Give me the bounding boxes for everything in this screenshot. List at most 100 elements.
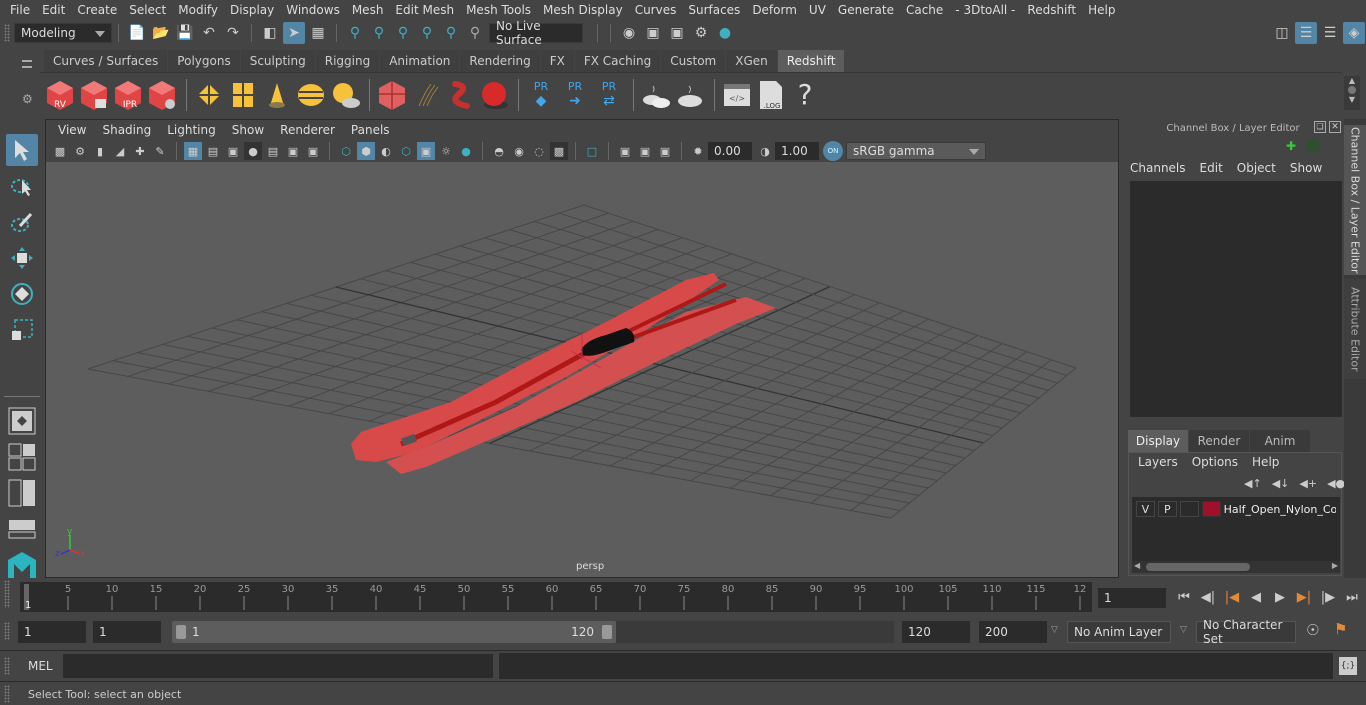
ambient-occlusion-icon[interactable]: ◓ (490, 142, 508, 160)
menu-file[interactable]: File (4, 3, 36, 17)
xray-active-icon[interactable]: ▣ (636, 142, 654, 160)
ipr-render-icon[interactable]: ▣ (666, 22, 688, 44)
grease-pencil-icon[interactable]: ✎ (151, 142, 169, 160)
channel-menu-edit[interactable]: Edit (1200, 161, 1223, 175)
channel-menu-object[interactable]: Object (1237, 161, 1276, 175)
character-set-field[interactable]: No Character Set (1196, 618, 1296, 646)
tool-settings-icon[interactable]: ☰ (1319, 22, 1341, 44)
redshift-curve-icon[interactable] (444, 77, 476, 113)
animation-preferences-icon[interactable]: ⚑ (1334, 620, 1347, 638)
bake-icon[interactable] (674, 77, 706, 113)
layer-tab-display[interactable]: Display (1128, 430, 1188, 452)
menu-curves[interactable]: Curves (629, 3, 683, 17)
redshift-portal-light-icon[interactable] (227, 77, 259, 113)
viewport-menu-renderer[interactable]: Renderer (272, 123, 343, 137)
channel-list[interactable] (1130, 181, 1342, 417)
redshift-ies-light-icon[interactable] (261, 77, 293, 113)
sync-icon[interactable] (1306, 139, 1320, 153)
side-tab-attribute-editor[interactable]: Attribute Editor (1344, 279, 1366, 379)
paint-select-tool-icon[interactable] (6, 206, 38, 238)
make-live-icon[interactable]: ⚲ (440, 22, 462, 44)
field-chart-icon[interactable]: ▤ (264, 142, 282, 160)
redshift-render-view-icon[interactable]: RV (44, 77, 76, 113)
image-plane-icon[interactable]: ◢ (111, 142, 129, 160)
select-tool-icon[interactable] (6, 134, 38, 166)
modeling-toolkit-icon[interactable]: ◫ (1271, 22, 1293, 44)
select-component-icon[interactable]: ▦ (307, 22, 329, 44)
layer-row[interactable]: V P Half_Open_Nylon_Coil (1132, 497, 1340, 521)
menu-modify[interactable]: Modify (172, 3, 224, 17)
anim-layer-dropdown-icon[interactable]: ▽ (1051, 625, 1058, 635)
log-file-icon[interactable]: .LOG (755, 77, 787, 113)
layer-list-hscrollbar[interactable]: ◀ ▶ (1132, 561, 1340, 573)
render-settings-icon[interactable]: ⚙ (690, 22, 712, 44)
range-end-handle[interactable] (602, 625, 612, 639)
menu-uv[interactable]: UV (803, 3, 832, 17)
attribute-editor-toggle-icon[interactable]: ☰ (1295, 22, 1317, 44)
range-slider[interactable]: 1 120 (172, 621, 616, 643)
playback-end-field[interactable]: 120 (902, 621, 970, 643)
2d-pan-zoom-icon[interactable]: ✚ (131, 142, 149, 160)
shelf-settings-icon[interactable]: ⚙ (22, 92, 33, 106)
command-language-label[interactable]: MEL (28, 659, 53, 673)
hypershade-icon[interactable]: ● (714, 22, 736, 44)
layer-visibility-toggle[interactable]: V (1136, 501, 1155, 517)
camera-attributes-icon[interactable]: ⚙ (71, 142, 89, 160)
step-forward-frame-icon[interactable]: |▶ (1318, 587, 1338, 607)
shelf-tab-xgen[interactable]: XGen (726, 50, 777, 72)
save-scene-icon[interactable]: 💾 (174, 22, 196, 44)
character-set-dropdown-icon[interactable]: ▽ (1180, 625, 1187, 635)
redshift-sphere-icon[interactable] (478, 77, 510, 113)
lights-icon[interactable]: ☼ (437, 142, 455, 160)
film-gate-icon[interactable]: ▤ (204, 142, 222, 160)
layer-tab-render[interactable]: Render (1189, 430, 1249, 452)
layer-color-swatch[interactable] (1201, 501, 1221, 517)
new-layer-selected-icon[interactable]: ◀● (1327, 477, 1345, 490)
step-back-key-icon[interactable]: |◀ (1222, 587, 1242, 607)
3d-viewport[interactable]: y x z persp (46, 162, 1118, 577)
menu-display[interactable]: Display (224, 3, 280, 17)
anti-aliasing-icon[interactable]: ◌ (530, 142, 548, 160)
menu-select[interactable]: Select (123, 3, 172, 17)
gamma-field[interactable]: 1.00 (775, 142, 819, 160)
help-icon[interactable]: ? (789, 77, 821, 113)
move-layer-down-icon[interactable]: ◀↓ (1272, 477, 1290, 490)
animation-end-field[interactable]: 200 (979, 621, 1047, 643)
scale-tool-icon[interactable] (6, 314, 38, 346)
layer-menu-layers[interactable]: Layers (1138, 455, 1178, 469)
new-scene-icon[interactable]: 📄 (126, 22, 148, 44)
select-object-icon[interactable]: ➤ (283, 22, 305, 44)
shelf-tab-rigging[interactable]: Rigging (315, 50, 380, 72)
scroll-right-icon[interactable]: ▶ (1332, 561, 1338, 570)
snap-view-plane-icon[interactable]: ⚲ (416, 22, 438, 44)
snap-grid-icon[interactable]: ⚲ (344, 22, 366, 44)
redshift-ipr-icon[interactable]: IPR (112, 77, 144, 113)
snap-curve-icon[interactable]: ⚲ (368, 22, 390, 44)
channel-box-toggle-icon[interactable]: ◈ (1343, 22, 1365, 44)
menu-edit[interactable]: Edit (36, 3, 71, 17)
viewport-menu-view[interactable]: View (50, 123, 94, 137)
layer-playback-toggle[interactable]: P (1157, 501, 1177, 517)
menu-mesh-display[interactable]: Mesh Display (537, 3, 629, 17)
side-tab-channel-box[interactable]: Channel Box / Layer Editor (1344, 125, 1366, 275)
motion-blur-icon[interactable]: ◉ (510, 142, 528, 160)
menu-create[interactable]: Create (71, 3, 123, 17)
menu-help[interactable]: Help (1082, 3, 1121, 17)
redshift-dome-light-icon[interactable] (295, 77, 327, 113)
select-hierarchy-icon[interactable]: ◧ (259, 22, 281, 44)
color-management-toggle-icon[interactable]: ON (823, 141, 843, 161)
menu-redshift[interactable]: Redshift (1021, 3, 1082, 17)
outliner-layout-icon[interactable] (6, 477, 38, 509)
current-frame-field[interactable]: 1 (1098, 588, 1166, 608)
animation-start-field[interactable]: 1 (18, 621, 86, 643)
viewport-canvas[interactable]: y x z persp (46, 162, 1118, 577)
menu-generate[interactable]: Generate (832, 3, 900, 17)
color-space-dropdown[interactable]: sRGB gamma (846, 142, 986, 160)
safe-action-icon[interactable]: ▣ (284, 142, 302, 160)
shelf-tab-redshift[interactable]: Redshift (777, 50, 845, 72)
layer-display-type-toggle[interactable] (1179, 501, 1199, 517)
pr-swap-icon[interactable]: PR ⇄ (593, 77, 625, 113)
menu-surfaces[interactable]: Surfaces (682, 3, 746, 17)
layer-menu-help[interactable]: Help (1252, 455, 1279, 469)
go-to-end-icon[interactable]: ⏭ (1342, 587, 1362, 607)
